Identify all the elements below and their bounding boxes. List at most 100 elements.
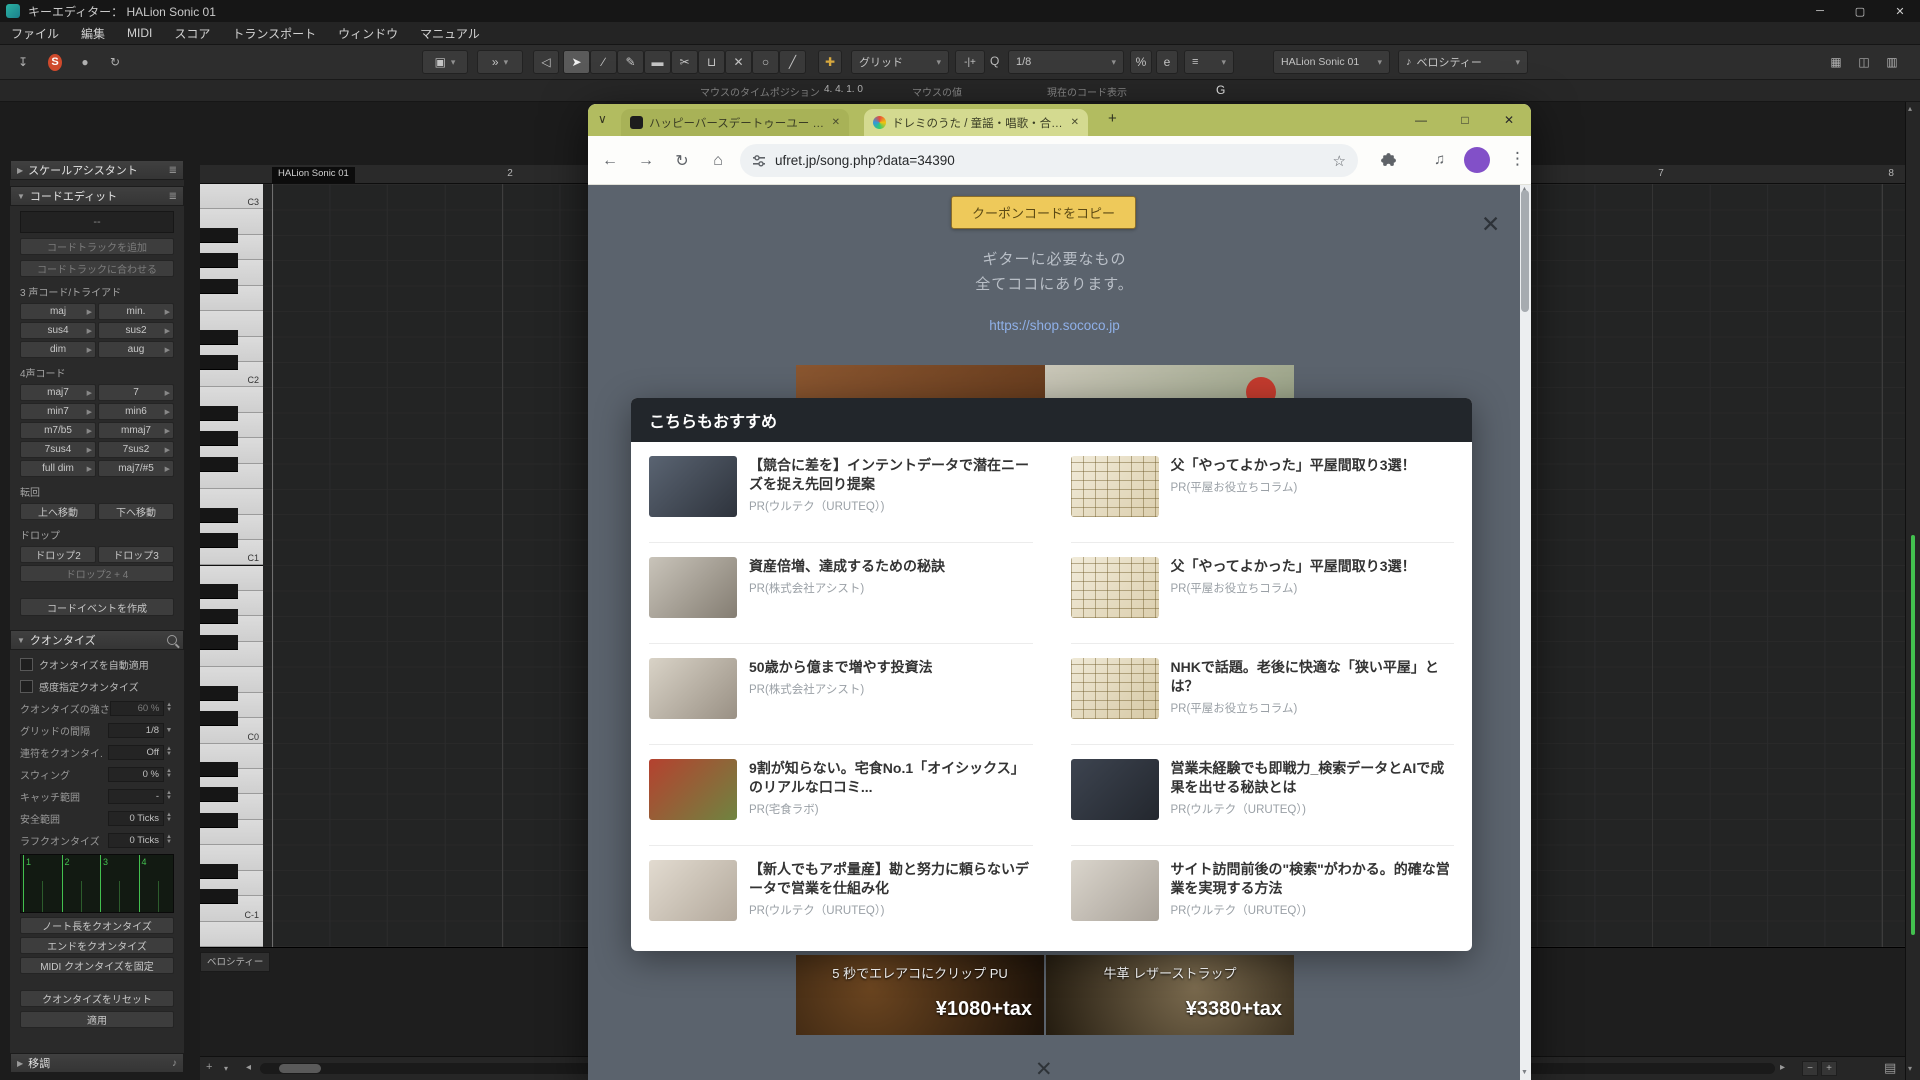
page-scrollbar-thumb[interactable]	[1521, 190, 1529, 312]
ad-title[interactable]: NHKで話題。老後に快適な「狭い平屋」とは？	[1171, 658, 1455, 696]
ad-title[interactable]: 営業未経験でも即戦力_検索データとAIで成果を出せる秘訣とは	[1171, 759, 1455, 797]
add-icon[interactable]: +	[206, 1061, 212, 1073]
ad-item[interactable]: サイト訪問前後の"検索"がわかる。的確な営業を実現する方法PR(ウルテク（URU…	[1071, 846, 1455, 947]
ad-title[interactable]: 【競合に差を】インテントデータで潜在ニーズを捉え先回り提案	[749, 456, 1033, 494]
feedback-button[interactable]: ◁	[533, 50, 559, 74]
menu-item-3[interactable]: スコア	[163, 25, 221, 42]
menu-item-1[interactable]: 編集	[70, 25, 116, 42]
auto-apply-checkbox[interactable]	[20, 658, 33, 671]
snapshot-button[interactable]: ▣▾	[422, 50, 468, 74]
ad-item[interactable]: 【新人でもアポ量産】勘と努力に頼らないデータで営業を仕組み化PR(ウルテク（UR…	[649, 846, 1033, 947]
ad-item[interactable]: 父「やってよかった」平屋間取り3選！PR(平屋お役立ちコラム)	[1071, 543, 1455, 644]
quantize-row-value-0[interactable]: 1/8	[108, 723, 164, 738]
quantize-preset-dropdown[interactable]: 1/8▾	[1008, 50, 1124, 74]
panes-button[interactable]: ◫	[1852, 50, 1876, 74]
track-dropdown[interactable]: HALion Sonic 01▾	[1273, 50, 1390, 74]
ad-banner-left[interactable]: 5 秒でエレアコにクリップ PU ¥1080+tax	[796, 955, 1044, 1035]
inversion-button-0[interactable]: 上へ移動	[20, 503, 96, 520]
ad-title[interactable]: 50歳から億まで増やす投資法	[749, 658, 1033, 677]
black-key[interactable]	[200, 762, 238, 777]
quantize-row-value-4[interactable]: 0 Ticks	[108, 811, 164, 826]
trim-tool-button[interactable]: ∕	[590, 50, 617, 74]
ad-title[interactable]: サイト訪問前後の"検索"がわかる。的確な営業を実現する方法	[1171, 860, 1455, 898]
cycle-button[interactable]: ↻	[102, 50, 128, 74]
line-tool-button[interactable]: ╱	[779, 50, 806, 74]
stepper-icon[interactable]: ▲▼	[164, 769, 174, 779]
page-scroll-down-icon[interactable]: ▼	[1521, 1069, 1528, 1076]
media-controls-icon[interactable]: ♫	[1434, 151, 1445, 168]
forward-button[interactable]: →	[632, 147, 660, 175]
hscroll-thumb[interactable]	[279, 1064, 321, 1073]
ad-item[interactable]: 営業未経験でも即戦力_検索データとAIで成果を出せる秘訣とはPR(ウルテク（UR…	[1071, 745, 1455, 846]
shop-link[interactable]: https://shop.sococo.jp	[588, 318, 1521, 333]
ad-item[interactable]: NHKで話題。老後に快適な「狭い平屋」とは？PR(平屋お役立ちコラム)	[1071, 644, 1455, 745]
ad-item[interactable]: 父「やってよかった」平屋間取り3選！PR(平屋お役立ちコラム)	[1071, 442, 1455, 543]
controller-dropdown[interactable]: ♪ベロシティー▾	[1398, 50, 1528, 74]
split-tool-button[interactable]: ✂	[671, 50, 698, 74]
browser-minimize-button[interactable]: —	[1399, 104, 1443, 136]
follow-chord-track-button[interactable]: コードトラックに合わせる	[20, 260, 174, 277]
quantize-row-value-1[interactable]: Off	[108, 745, 164, 760]
black-key[interactable]	[200, 406, 238, 421]
quantize-apply-button[interactable]: 適用	[20, 1011, 174, 1028]
scroll-down-icon[interactable]: ▾	[1908, 1064, 1912, 1073]
ad-banner-right[interactable]: 牛革 レザーストラップ ¥3380+tax	[1046, 955, 1294, 1035]
menu-item-6[interactable]: マニュアル	[409, 25, 491, 42]
black-key[interactable]	[200, 889, 238, 904]
drop-button-0[interactable]: ドロップ2	[20, 546, 96, 563]
zoom-in-button[interactable]: +	[1821, 1061, 1837, 1076]
triad-button-3[interactable]: sus2▶	[98, 322, 174, 339]
black-key[interactable]	[200, 584, 238, 599]
new-tab-button[interactable]: +	[1108, 110, 1117, 127]
black-key[interactable]	[200, 864, 238, 879]
quantize-percent-button[interactable]: %	[1130, 50, 1152, 74]
ad-title[interactable]: 9割が知らない。宅食No.1「オイシックス」のリアルな口コミ...	[749, 759, 1033, 797]
black-key[interactable]	[200, 635, 238, 650]
black-key[interactable]	[200, 355, 238, 370]
stepper-icon[interactable]: ▲▼	[164, 747, 174, 757]
overlay-close-button[interactable]: ✕	[1481, 211, 1500, 238]
dropdown-caret-icon[interactable]: ▼	[164, 728, 174, 733]
black-key[interactable]	[200, 609, 238, 624]
menu-item-2[interactable]: MIDI	[116, 26, 163, 40]
white-key[interactable]	[200, 922, 263, 947]
zoom-tool-button[interactable]: ○	[752, 50, 779, 74]
tetrad-button-7[interactable]: 7sus2▶	[98, 441, 174, 458]
black-key[interactable]	[200, 508, 238, 523]
tetrad-button-9[interactable]: maj7/#5▶	[98, 460, 174, 477]
grid-type-dropdown[interactable]: グリッド▾	[851, 50, 949, 74]
back-button[interactable]: ←	[596, 147, 624, 175]
nudge-button[interactable]: -|+	[955, 50, 985, 74]
menu-item-5[interactable]: ウィンドウ	[327, 25, 409, 42]
bookmark-star-icon[interactable]: ☆	[1333, 152, 1346, 170]
drop-button-1[interactable]: ドロップ3	[98, 546, 174, 563]
stepper-icon[interactable]: ▲▼	[164, 835, 174, 845]
ad-item[interactable]: 資産倍増、達成するための秘訣PR(株式会社アシスト)	[649, 543, 1033, 644]
stepper-icon[interactable]: ▲▼	[164, 813, 174, 823]
section-quantize[interactable]: ▼クオンタイズ	[10, 630, 184, 650]
quantize-row-value-2[interactable]: 0 %	[108, 767, 164, 782]
vscroll-thumb[interactable]	[1911, 535, 1915, 935]
add-chord-track-button[interactable]: コードトラックを追加	[20, 238, 174, 255]
stepper-icon[interactable]: ▲▼	[164, 703, 174, 713]
scroll-right-icon[interactable]: ▸	[1780, 1062, 1785, 1073]
menu-item-0[interactable]: ファイル	[0, 25, 70, 42]
snap-button[interactable]: ✚	[818, 50, 842, 74]
scroll-up-icon[interactable]: ▴	[1908, 104, 1912, 113]
ad-title[interactable]: 父「やってよかった」平屋間取り3選！	[1171, 456, 1455, 475]
tetrad-button-3[interactable]: min6▶	[98, 403, 174, 420]
black-key[interactable]	[200, 686, 238, 701]
triad-button-1[interactable]: min.▶	[98, 303, 174, 320]
ad-title[interactable]: 資産倍増、達成するための秘訣	[749, 557, 1033, 576]
browser-maximize-button[interactable]: □	[1443, 104, 1487, 136]
site-settings-icon[interactable]	[752, 154, 766, 168]
maximize-button[interactable]: ▢	[1840, 0, 1880, 22]
erase-tool-button[interactable]: ▬	[644, 50, 671, 74]
tetrad-button-2[interactable]: min7▶	[20, 403, 96, 420]
reload-button[interactable]: ↻	[668, 147, 696, 175]
triad-button-4[interactable]: dim▶	[20, 341, 96, 358]
tab-close-icon[interactable]: ✕	[832, 117, 840, 128]
black-key[interactable]	[200, 431, 238, 446]
piano-keyboard[interactable]: C3C2C1C0C-1	[200, 184, 264, 947]
record-button[interactable]: ●	[72, 50, 98, 74]
